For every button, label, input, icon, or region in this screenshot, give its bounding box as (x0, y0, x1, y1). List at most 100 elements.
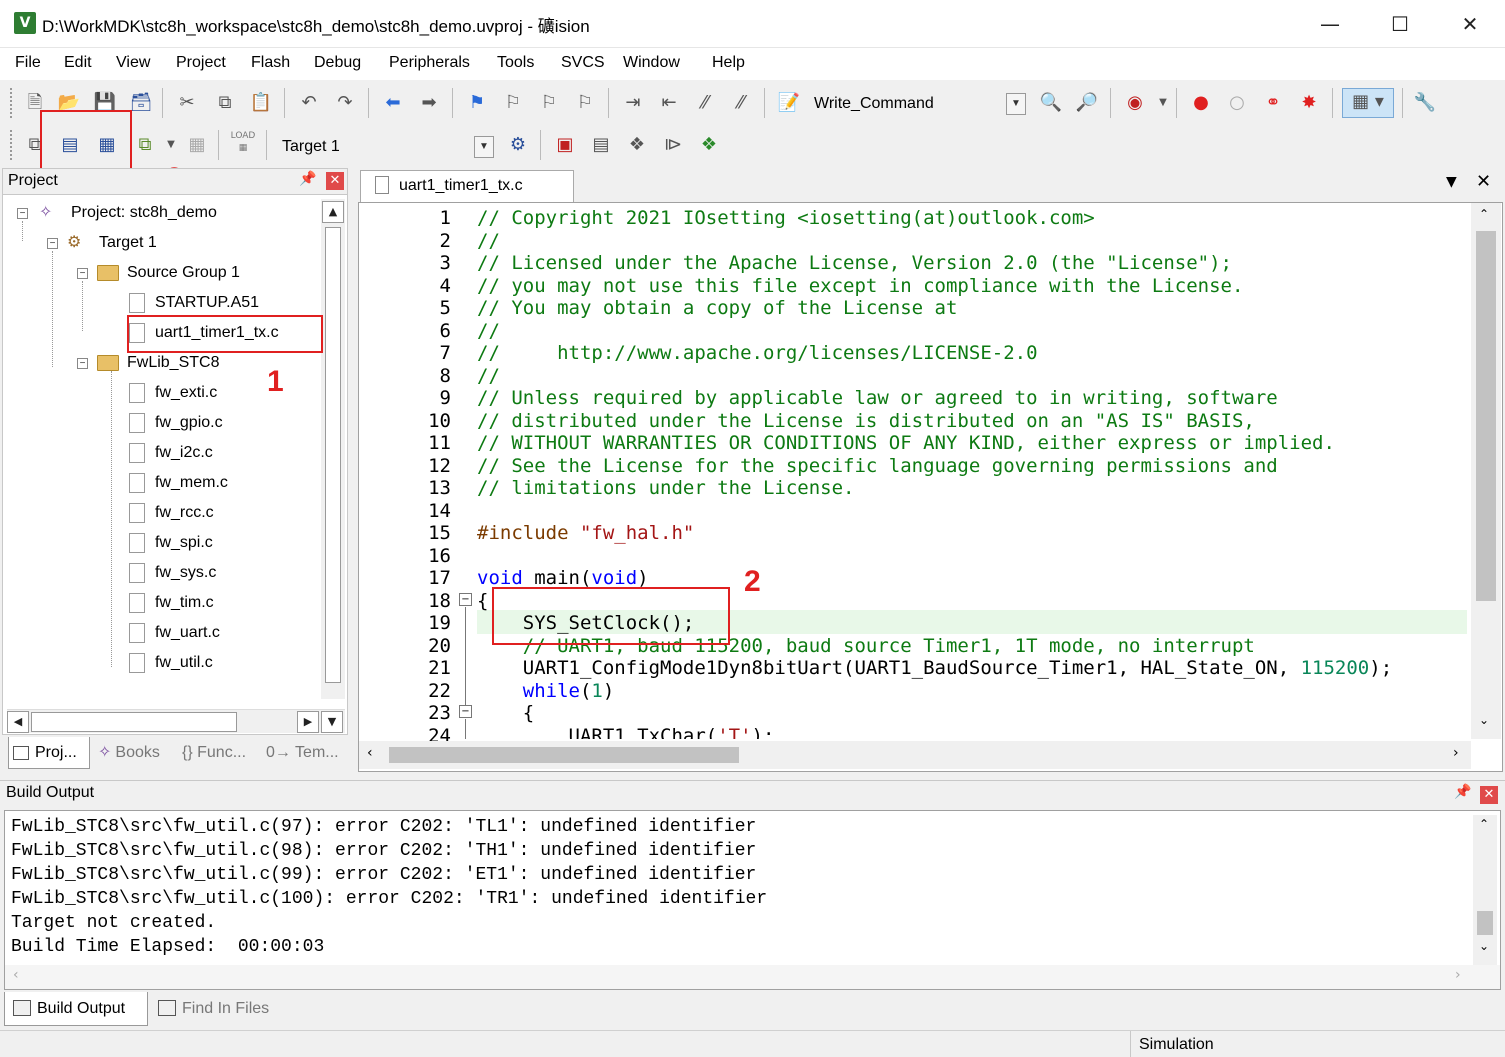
disable-all-breakpoints-icon[interactable]: ⚭ (1260, 90, 1286, 116)
tab-find-in-files[interactable]: Find In Files (150, 992, 286, 1026)
editor-vertical-scrollbar[interactable]: ⌃ ⌄ (1471, 203, 1501, 739)
fold-collapse-icon[interactable]: − (459, 705, 472, 718)
scroll-down-icon[interactable]: ▼ (321, 711, 343, 733)
code-line[interactable]: // you may not use this file except in c… (477, 275, 1243, 298)
pack-installer-icon[interactable]: ❖ (696, 132, 722, 158)
code-line[interactable]: UART1_TxChar('T'); (477, 725, 775, 740)
insert-breakpoint-icon[interactable]: ● (1188, 90, 1214, 116)
bookmark-icon[interactable]: ⚑ (464, 90, 490, 116)
scroll-thumb[interactable] (325, 227, 341, 683)
code-line[interactable]: // Licensed under the Apache License, Ve… (477, 252, 1232, 275)
minimize-button[interactable]: — (1302, 4, 1358, 44)
scroll-thumb[interactable] (1477, 911, 1493, 935)
code-line[interactable]: while(1) (477, 680, 615, 703)
menu-project[interactable]: Project (176, 54, 226, 72)
code-area[interactable]: // Copyright 2021 IOsetting <iosetting(a… (477, 203, 1467, 739)
scroll-thumb[interactable] (31, 712, 237, 732)
tree-file[interactable]: fw_exti.c (129, 379, 217, 407)
tab-project[interactable]: Proj... (8, 737, 90, 769)
manage-multi-project-icon[interactable]: ▤ (588, 132, 614, 158)
tree-file[interactable]: fw_util.c (129, 649, 213, 677)
prev-bookmark-icon[interactable]: ⚐ (500, 90, 526, 116)
window-layout-icon[interactable]: ▦ ▾ (1342, 88, 1394, 118)
code-line[interactable]: // distributed under the License is dist… (477, 410, 1255, 433)
code-line[interactable]: // See the License for the specific lang… (477, 455, 1278, 478)
code-line[interactable]: // limitations under the License. (477, 477, 855, 500)
batch-build-icon[interactable]: ⧉ (132, 132, 158, 158)
build-output-line[interactable]: Target not created. (11, 911, 216, 935)
code-line[interactable]: // WITHOUT WARRANTIES OR CONDITIONS OF A… (477, 432, 1335, 455)
editor-horizontal-scrollbar[interactable]: ‹ › (359, 741, 1471, 769)
target-combo[interactable]: Target 1 ▼ (282, 134, 498, 160)
scroll-right-icon[interactable]: › (1453, 745, 1459, 761)
menu-edit[interactable]: Edit (64, 54, 92, 72)
menu-file[interactable]: File (15, 54, 41, 72)
code-line[interactable]: // http://www.apache.org/licenses/LICENS… (477, 342, 1038, 365)
pin-icon[interactable]: 📌 (1454, 784, 1471, 800)
menu-svcs[interactable]: SVCS (561, 54, 605, 72)
tree-file[interactable]: fw_rcc.c (129, 499, 214, 527)
debug-session-icon[interactable]: ◉ (1122, 90, 1148, 116)
collapse-icon[interactable]: − (47, 238, 58, 249)
chevron-down-icon[interactable]: ▼ (474, 136, 494, 158)
tab-functions[interactable]: {} Func... (178, 737, 260, 769)
code-line[interactable]: // (477, 320, 500, 343)
collapse-icon[interactable]: − (77, 358, 88, 369)
unindent-icon[interactable]: ⇤ (656, 90, 682, 116)
find-in-files-icon[interactable]: 📝 (776, 90, 802, 116)
manage-project-items-icon[interactable]: ▣ (552, 132, 578, 158)
code-line[interactable]: // (477, 230, 500, 253)
scroll-thumb[interactable] (1476, 231, 1496, 601)
tree-file[interactable]: fw_i2c.c (129, 439, 213, 467)
code-line[interactable]: { (477, 590, 488, 613)
tree-file[interactable]: fw_tim.c (129, 589, 214, 617)
code-line[interactable]: UART1_ConfigMode1Dyn8bitUart(UART1_BaudS… (477, 657, 1392, 680)
menu-flash[interactable]: Flash (251, 54, 290, 72)
enable-breakpoint-icon[interactable]: ○ (1224, 90, 1250, 116)
menu-tools[interactable]: Tools (497, 54, 534, 72)
paste-icon[interactable]: 📋 (248, 90, 274, 116)
build-output-line[interactable]: FwLib_STC8\src\fw_util.c(97): error C202… (11, 815, 756, 839)
scroll-right-icon[interactable]: ▶ (297, 711, 319, 733)
project-vertical-scrollbar[interactable]: ▲ (321, 199, 345, 699)
tab-list-dropdown-icon[interactable]: ▼ (1446, 174, 1457, 190)
project-horizontal-scrollbar[interactable]: ◀ ▶ ▼ (7, 709, 345, 733)
find-combo[interactable]: Write_Command ▼ (814, 91, 1034, 117)
load-download-icon[interactable]: LOAD ▦ (230, 130, 256, 156)
manage-run-time-env-icon[interactable]: ❖ (624, 132, 650, 158)
menu-view[interactable]: View (116, 54, 150, 72)
maximize-button[interactable]: ☐ (1372, 4, 1428, 44)
build-output-pane[interactable]: FwLib_STC8\src\fw_util.c(97): error C202… (4, 810, 1501, 990)
scroll-left-icon[interactable]: ‹ (13, 967, 19, 983)
chevron-down-icon[interactable]: ▼ (1150, 90, 1176, 116)
menu-window[interactable]: Window (623, 54, 680, 72)
navigate-forward-icon[interactable]: ➡ (416, 90, 442, 116)
toolbar-grip[interactable] (10, 130, 16, 160)
select-packs-icon[interactable]: ⧐ (660, 132, 686, 158)
code-editor[interactable]: 1 2 3 4 5 6 7 8 9 10 11 12 13 14 15 16 17 18 19 20 21 22 23 24 … (358, 202, 1503, 772)
code-line[interactable]: // Copyright 2021 IOsetting <iosetting(a… (477, 207, 1095, 230)
build-output-line[interactable]: FwLib_STC8\src\fw_util.c(98): error C202… (11, 839, 756, 863)
configure-wrench-icon[interactable]: 🔧 (1412, 90, 1438, 116)
undo-icon[interactable]: ↶ (296, 90, 322, 116)
tree-file[interactable]: fw_uart.c (129, 619, 220, 647)
tree-file[interactable]: fw_mem.c (129, 469, 228, 497)
scroll-up-icon[interactable]: ⌃ (1479, 817, 1489, 831)
close-icon[interactable]: ✕ (1476, 171, 1491, 192)
copy-icon[interactable]: ⧉ (212, 90, 238, 116)
menu-peripherals[interactable]: Peripherals (389, 54, 470, 72)
toolbar-grip[interactable] (10, 88, 16, 118)
scroll-up-icon[interactable]: ▲ (322, 201, 344, 223)
tree-file[interactable]: fw_sys.c (129, 559, 216, 587)
build-output-line[interactable]: Build Time Elapsed: 00:00:03 (11, 935, 324, 959)
close-icon[interactable]: ✕ (326, 172, 344, 190)
navigate-back-icon[interactable]: ⬅ (380, 90, 406, 116)
cut-icon[interactable]: ✂ (174, 90, 200, 116)
scroll-down-icon[interactable]: ⌄ (1479, 713, 1489, 727)
tab-templates[interactable]: 0→ Tem... (262, 737, 342, 769)
comment-icon[interactable]: ⁄⁄ (692, 90, 718, 116)
indent-icon[interactable]: ⇥ (620, 90, 646, 116)
scroll-right-icon[interactable]: › (1455, 967, 1461, 983)
tab-build-output[interactable]: Build Output (4, 992, 148, 1026)
find-icon[interactable]: 🔍 (1038, 90, 1064, 116)
